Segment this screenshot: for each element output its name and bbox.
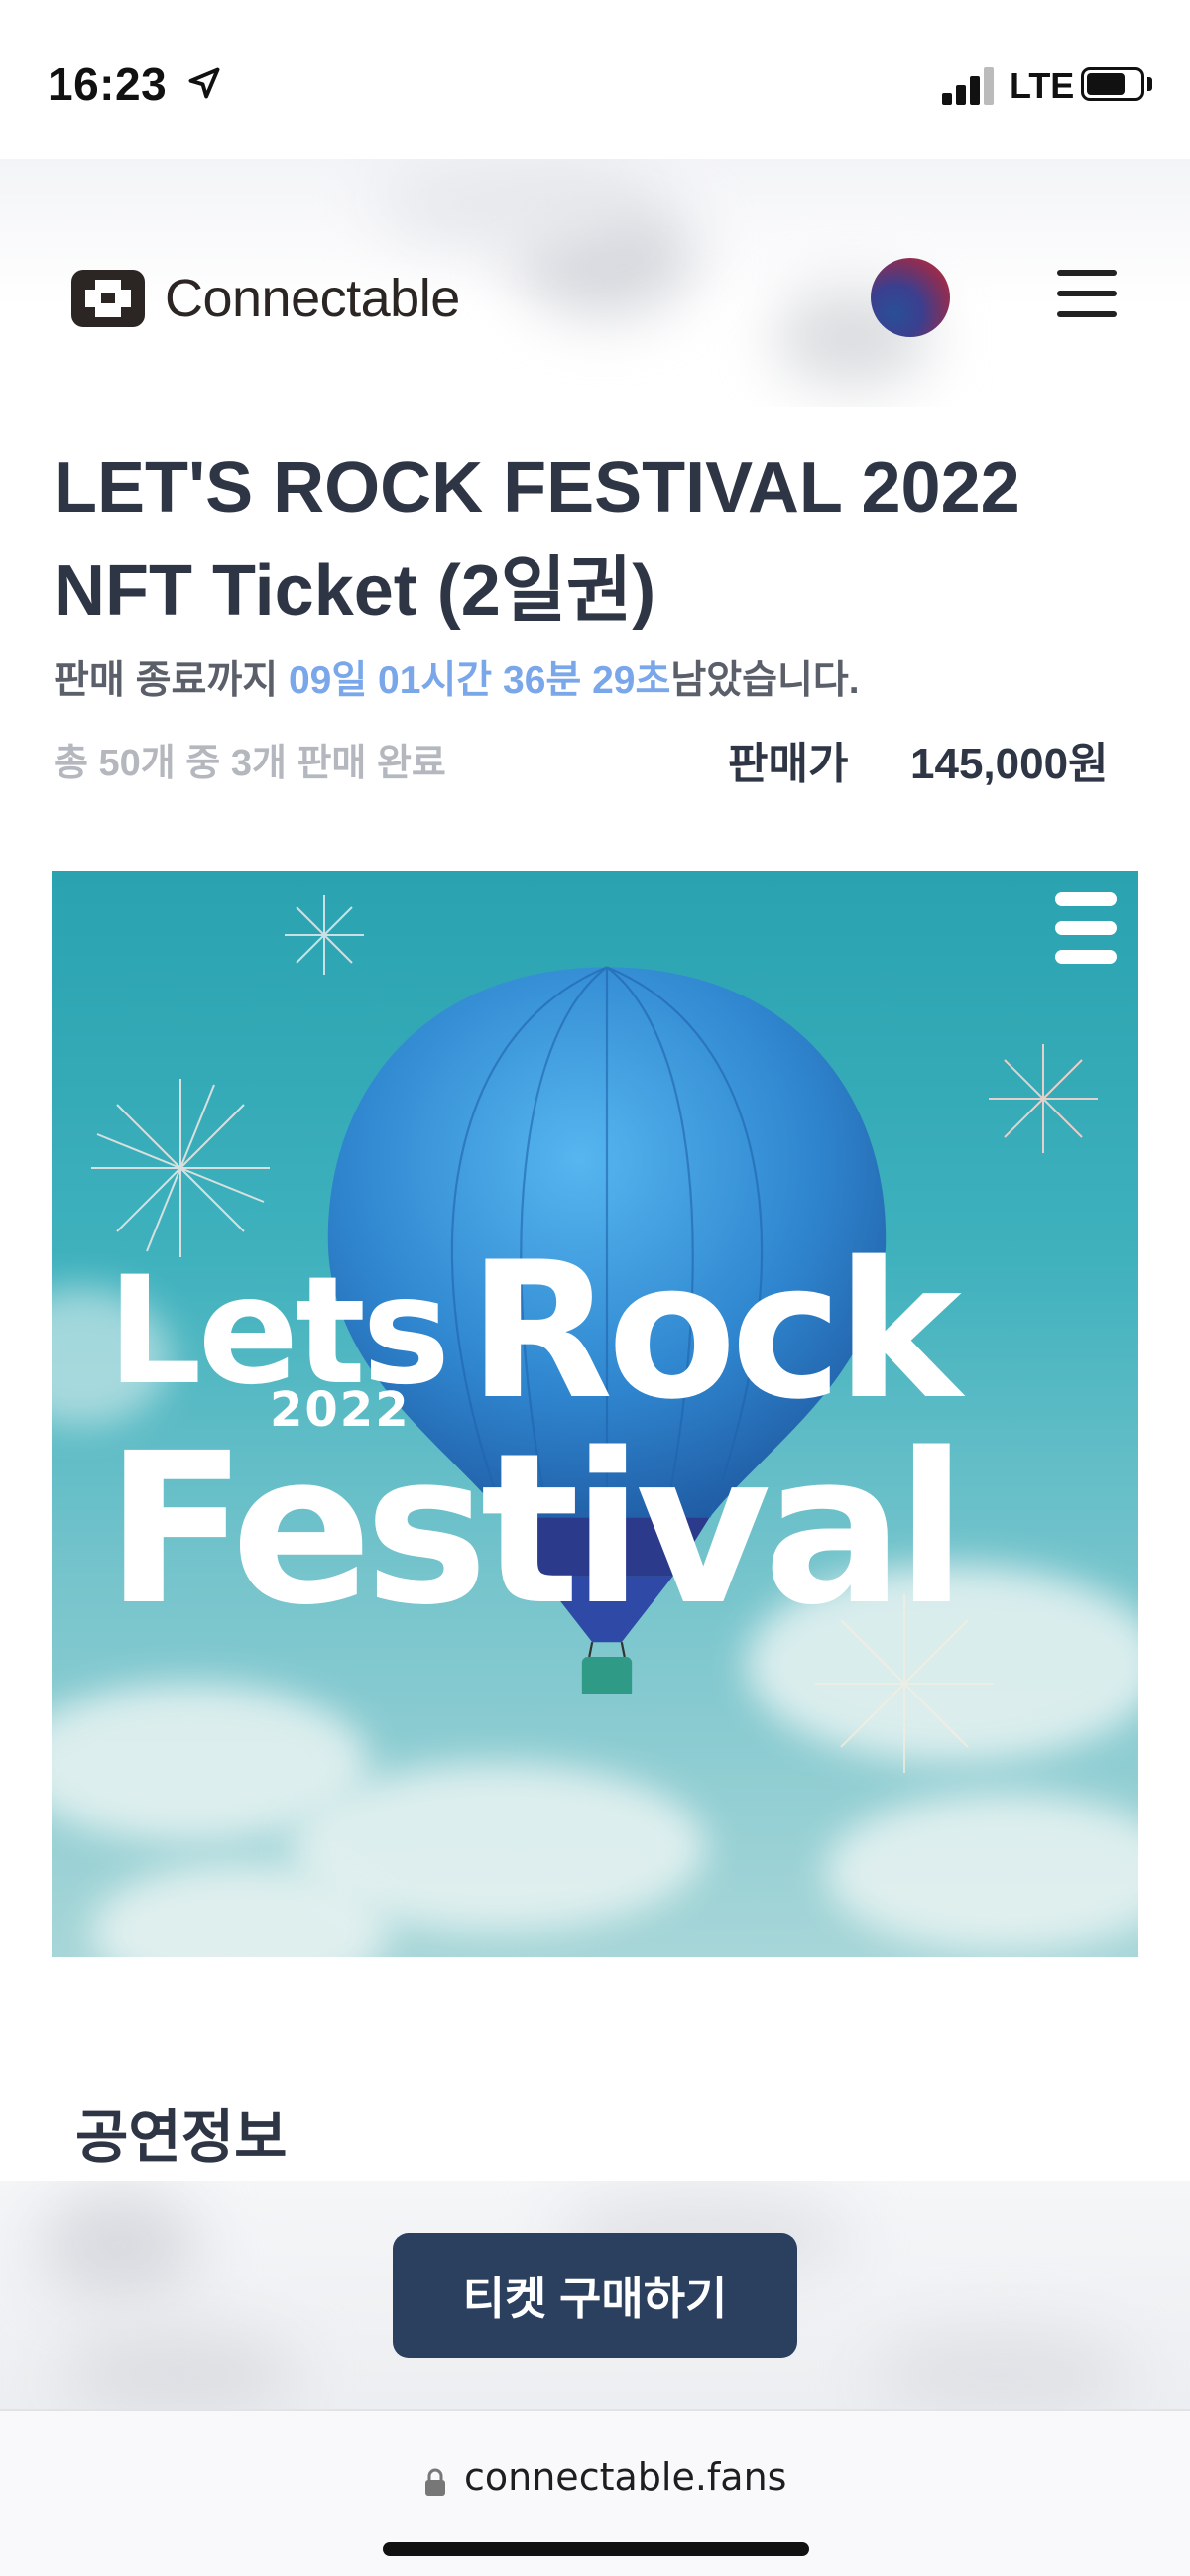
sale-countdown: 판매 종료까지 09일 01시간 36분 29초남았습니다. <box>54 649 860 705</box>
location-arrow-icon <box>188 67 220 99</box>
firework-icon <box>989 1044 1098 1153</box>
signal-bars-icon <box>942 65 998 105</box>
status-time: 16:23 <box>48 59 168 110</box>
countdown-prefix: 판매 종료까지 <box>54 659 289 702</box>
connectable-logo-icon <box>71 270 145 327</box>
price-value: 145,000원 <box>910 740 1109 788</box>
url-text: connectable.fans <box>464 2455 787 2499</box>
lock-icon <box>425 2468 445 2496</box>
product-title: LET'S ROCK FESTIVAL 2022 NFT Ticket (2일권… <box>54 436 1144 643</box>
language-globe-icon[interactable] <box>871 258 950 337</box>
battery-icon <box>1081 67 1144 101</box>
logo-text: Connectable <box>165 269 460 328</box>
title-line-1: LET'S ROCK FESTIVAL 2022 <box>54 448 1020 527</box>
section-title-performance-info: 공연정보 <box>75 2105 288 2169</box>
hamburger-menu-icon[interactable] <box>1057 270 1117 319</box>
network-type: LTE <box>1010 65 1075 106</box>
brand-mark-icon <box>1055 892 1117 964</box>
connectable-logo[interactable]: Connectable <box>71 268 460 329</box>
home-indicator[interactable] <box>383 2542 809 2556</box>
poster-rock: Rock <box>468 1222 962 1441</box>
countdown-suffix: 남았습니다. <box>670 659 860 702</box>
countdown-time: 09일 01시간 36분 29초 <box>288 659 671 702</box>
festival-poster: Lets Rock 2022 Festival <box>52 871 1138 1957</box>
sold-count: 총 50개 중 3개 판매 완료 <box>54 743 446 784</box>
browser-url-bar[interactable]: connectable.fans <box>0 2409 1190 2576</box>
site-header: Connectable <box>0 159 1190 407</box>
status-bar: 16:23 LTE <box>0 0 1190 159</box>
title-line-2: NFT Ticket (2일권) <box>54 551 656 631</box>
price-label: 판매가 <box>728 740 849 788</box>
buy-ticket-button[interactable]: 티켓 구매하기 <box>393 2233 797 2358</box>
poster-festival: Festival <box>105 1408 967 1651</box>
